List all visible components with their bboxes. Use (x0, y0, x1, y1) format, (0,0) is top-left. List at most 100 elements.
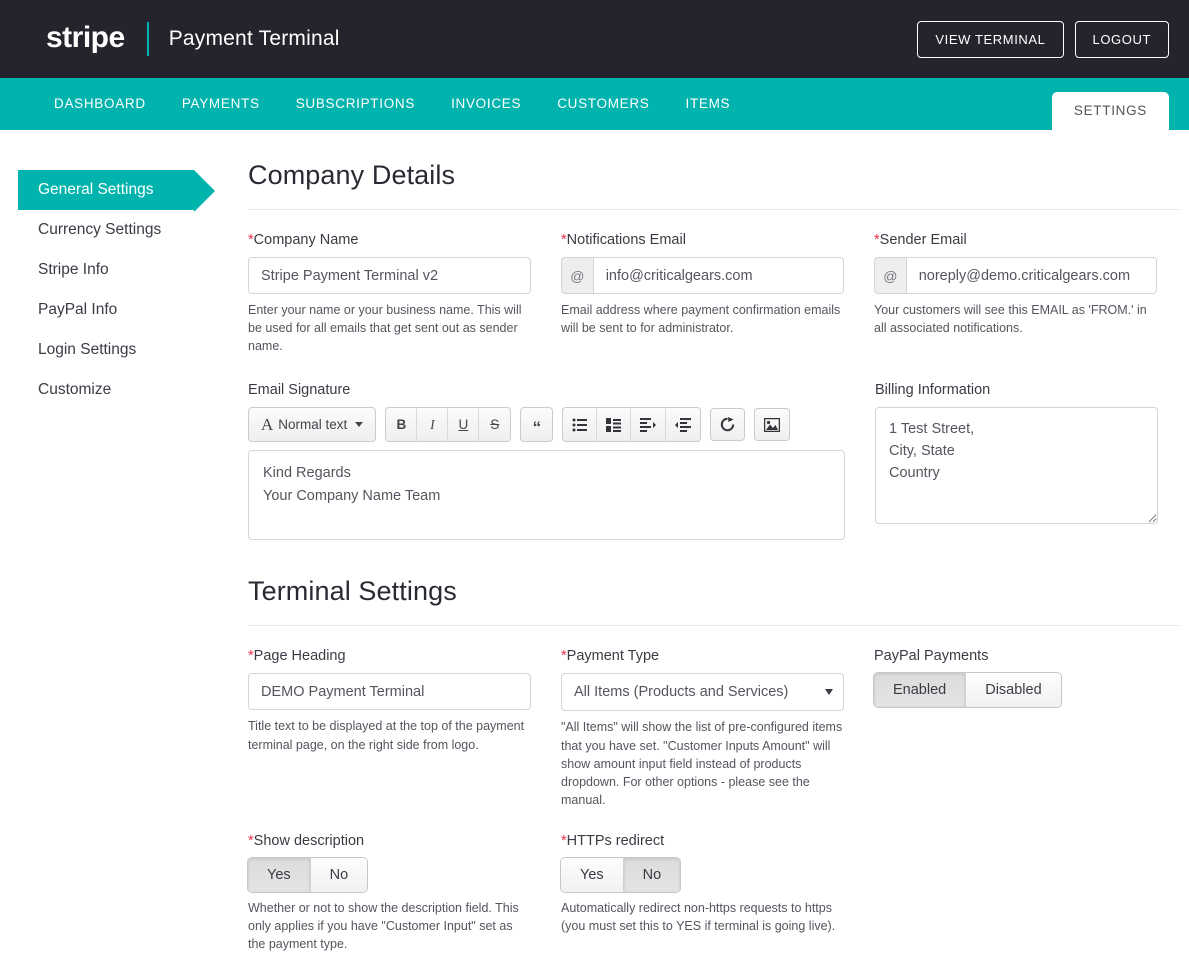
toolbar-group-format: B I U S (385, 407, 512, 443)
ordered-list-icon-svg (606, 417, 622, 432)
link-icon[interactable] (710, 408, 746, 442)
billing-information-textarea[interactable]: 1 Test Street, City, State Country (875, 407, 1158, 525)
sidebar-item-currency-settings[interactable]: Currency Settings (18, 210, 194, 250)
settings-content: Company Details *Company Name Enter your… (232, 130, 1189, 953)
indent-icon[interactable] (631, 408, 667, 442)
at-sign-icon: @ (874, 257, 906, 294)
payment-type-select-wrap: All Items (Products and Services) (561, 673, 844, 712)
main-navigation: DASHBOARD PAYMENTS SUBSCRIPTIONS INVOICE… (0, 78, 1189, 130)
signature-line-1: Kind Regards (263, 465, 351, 482)
view-terminal-button[interactable]: VIEW TERMINAL (917, 20, 1064, 58)
section-divider (248, 625, 1179, 627)
nav-item-customers[interactable]: CUSTOMERS (539, 78, 667, 130)
sender-email-input[interactable] (905, 257, 1157, 294)
nav-item-items[interactable]: ITEMS (668, 78, 749, 130)
https-redirect-label: *HTTPs redirect (561, 833, 844, 849)
page-heading-help: Title text to be displayed at the top of… (248, 719, 525, 752)
field-show-description: *Show description Yes No Whether or not … (248, 833, 531, 953)
page-heading-label: *Page Heading (248, 648, 531, 664)
email-signature-label: Email Signature (248, 382, 351, 399)
field-billing-information: Billing Information 1 Test Street, City,… (875, 382, 1158, 540)
payment-type-label-text: Payment Type (566, 648, 660, 665)
header-actions: VIEW TERMINAL LOGOUT (917, 20, 1169, 58)
at-sign-icon: @ (561, 257, 593, 294)
show-description-no-button[interactable]: No (309, 858, 368, 892)
show-description-label: *Show description (248, 833, 531, 849)
toolbar-group-lists (562, 407, 702, 443)
underline-icon[interactable]: U (448, 408, 480, 442)
toolbar-group-style: A Normal text (248, 407, 377, 443)
show-description-toggle: Yes No (248, 858, 368, 892)
nav-tab-settings[interactable]: SETTINGS (1051, 92, 1169, 130)
sidebar-item-paypal-info[interactable]: PayPal Info (18, 290, 194, 330)
field-email-signature: Email Signature A Normal text B I U S “ … (248, 382, 845, 541)
terminal-settings-row-2: *Show description Yes No Whether or not … (248, 833, 1179, 953)
field-sender-email: *Sender Email @ Your customers will see … (874, 232, 1157, 355)
page-heading-input[interactable] (248, 673, 531, 711)
show-description-help: Whether or not to show the description f… (248, 901, 519, 952)
text-style-dropdown[interactable]: A Normal text (249, 408, 375, 441)
page-body: General Settings Currency Settings Strip… (0, 130, 1189, 953)
strikethrough-icon[interactable]: S (479, 408, 510, 441)
nav-item-subscriptions[interactable]: SUBSCRIPTIONS (278, 78, 433, 130)
email-signature-editor: A Normal text B I U S “ Kind Regards You… (248, 407, 845, 541)
italic-icon[interactable]: I (417, 408, 449, 442)
image-icon[interactable] (754, 408, 791, 442)
field-https-redirect: *HTTPs redirect Yes No Automatically red… (561, 833, 844, 953)
https-redirect-no-button[interactable]: No (622, 858, 681, 892)
sidebar-item-customize[interactable]: Customize (18, 370, 194, 410)
page-heading-label-text: Page Heading (253, 648, 346, 665)
notifications-email-label: *Notifications Email (561, 232, 844, 248)
https-redirect-toggle: Yes No (561, 858, 681, 892)
bold-icon[interactable]: B (386, 408, 418, 442)
company-name-help: Enter your name or your business name. T… (248, 303, 522, 354)
terminal-settings-heading: Terminal Settings (248, 576, 457, 607)
indent-icon-svg (640, 417, 657, 432)
show-description-yes-button[interactable]: Yes (248, 858, 310, 892)
company-details-row-1: *Company Name Enter your name or your bu… (248, 232, 1179, 355)
field-company-name: *Company Name Enter your name or your bu… (248, 232, 531, 355)
blockquote-icon[interactable]: “ (521, 411, 552, 441)
unordered-list-icon[interactable] (563, 408, 598, 442)
spacer-column (874, 833, 1157, 953)
email-signature-content[interactable]: Kind Regards Your Company Name Team (248, 450, 845, 541)
nav-item-dashboard[interactable]: DASHBOARD (46, 78, 164, 130)
notifications-email-label-text: Notifications Email (566, 232, 686, 248)
sidebar-item-stripe-info[interactable]: Stripe Info (18, 250, 194, 290)
nav-item-invoices[interactable]: INVOICES (433, 78, 539, 130)
nav-item-payments[interactable]: PAYMENTS (164, 78, 278, 130)
company-name-input[interactable] (248, 257, 531, 294)
sender-email-label: *Sender Email (874, 232, 1157, 248)
https-redirect-help: Automatically redirect non-https request… (561, 901, 836, 934)
payment-type-select[interactable]: All Items (Products and Services) (561, 673, 844, 712)
link-icon-svg (721, 417, 735, 432)
notifications-email-input[interactable] (592, 257, 844, 294)
sender-email-help: Your customers will see this EMAIL as 'F… (874, 303, 1147, 336)
field-notifications-email: *Notifications Email @ Email address whe… (561, 232, 844, 355)
sidebar-item-general-settings[interactable]: General Settings (18, 170, 215, 212)
image-icon-svg (764, 417, 781, 432)
notifications-email-group: @ (561, 257, 844, 294)
show-description-label-text: Show description (253, 833, 365, 849)
company-details-row-2: Email Signature A Normal text B I U S “ … (248, 382, 1179, 541)
stripe-logo: stripe (46, 21, 125, 54)
brand: stripe Payment Terminal (46, 22, 340, 56)
paypal-enabled-button[interactable]: Enabled (874, 673, 966, 708)
logout-button[interactable]: LOGOUT (1074, 20, 1169, 58)
sidebar-item-login-settings[interactable]: Login Settings (18, 330, 194, 370)
unordered-list-icon-svg (572, 418, 588, 432)
ordered-list-icon[interactable] (597, 408, 632, 442)
app-title: Payment Terminal (168, 27, 340, 50)
https-redirect-yes-button[interactable]: Yes (561, 858, 623, 892)
app-header: stripe Payment Terminal VIEW TERMINAL LO… (0, 0, 1189, 78)
company-name-label-text: Company Name (253, 232, 359, 248)
sender-email-group: @ (874, 257, 1157, 294)
outdent-icon[interactable] (666, 408, 700, 441)
paypal-disabled-button[interactable]: Disabled (965, 673, 1061, 708)
nav-items: DASHBOARD PAYMENTS SUBSCRIPTIONS INVOICE… (46, 78, 748, 130)
field-payment-type: *Payment Type All Items (Products and Se… (561, 648, 844, 809)
font-a-icon: A (261, 415, 274, 435)
section-divider (248, 209, 1179, 210)
paypal-payments-label: PayPal Payments (874, 648, 989, 665)
terminal-settings-row-1: *Page Heading Title text to be displayed… (248, 648, 1179, 809)
